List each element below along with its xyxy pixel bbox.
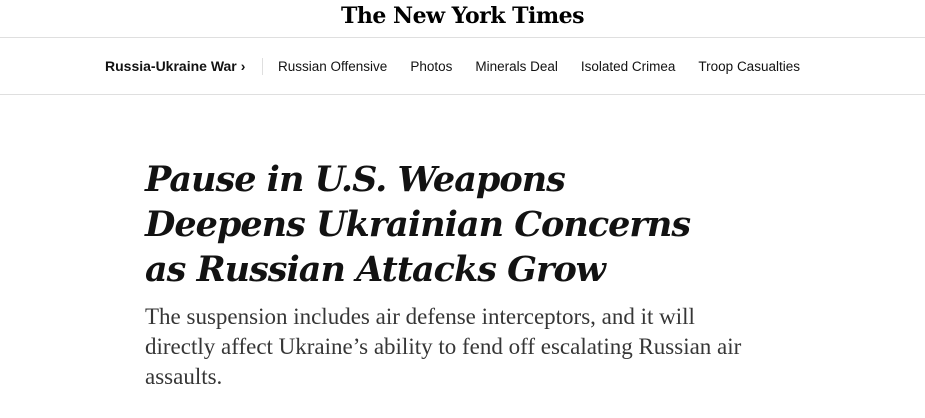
section-link-label: Russia-Ukraine War <box>105 58 237 74</box>
nav-link-isolated-crimea[interactable]: Isolated Crimea <box>581 59 676 74</box>
nav-link-russian-offensive[interactable]: Russian Offensive <box>278 59 387 74</box>
article-headline: Pause in U.S. Weapons Deepens Ukrainian … <box>145 159 691 290</box>
article-summary: The suspension includes air defense inte… <box>145 304 742 389</box>
subnav-links: Russian Offensive Photos Minerals Deal I… <box>278 59 800 74</box>
nav-divider <box>262 58 263 75</box>
section-link-russia-ukraine-war[interactable]: Russia-Ukraine War › <box>105 58 245 74</box>
nav-link-minerals-deal[interactable]: Minerals Deal <box>475 59 558 74</box>
chevron-right-icon: › <box>240 58 246 74</box>
nyt-logo[interactable]: The New York Times <box>0 3 925 29</box>
nav-link-troop-casualties[interactable]: Troop Casualties <box>698 59 800 74</box>
section-subnav: Russia-Ukraine War › Russian Offensive Ph… <box>0 38 925 95</box>
masthead: The New York Times <box>0 0 925 38</box>
nav-link-photos[interactable]: Photos <box>410 59 452 74</box>
